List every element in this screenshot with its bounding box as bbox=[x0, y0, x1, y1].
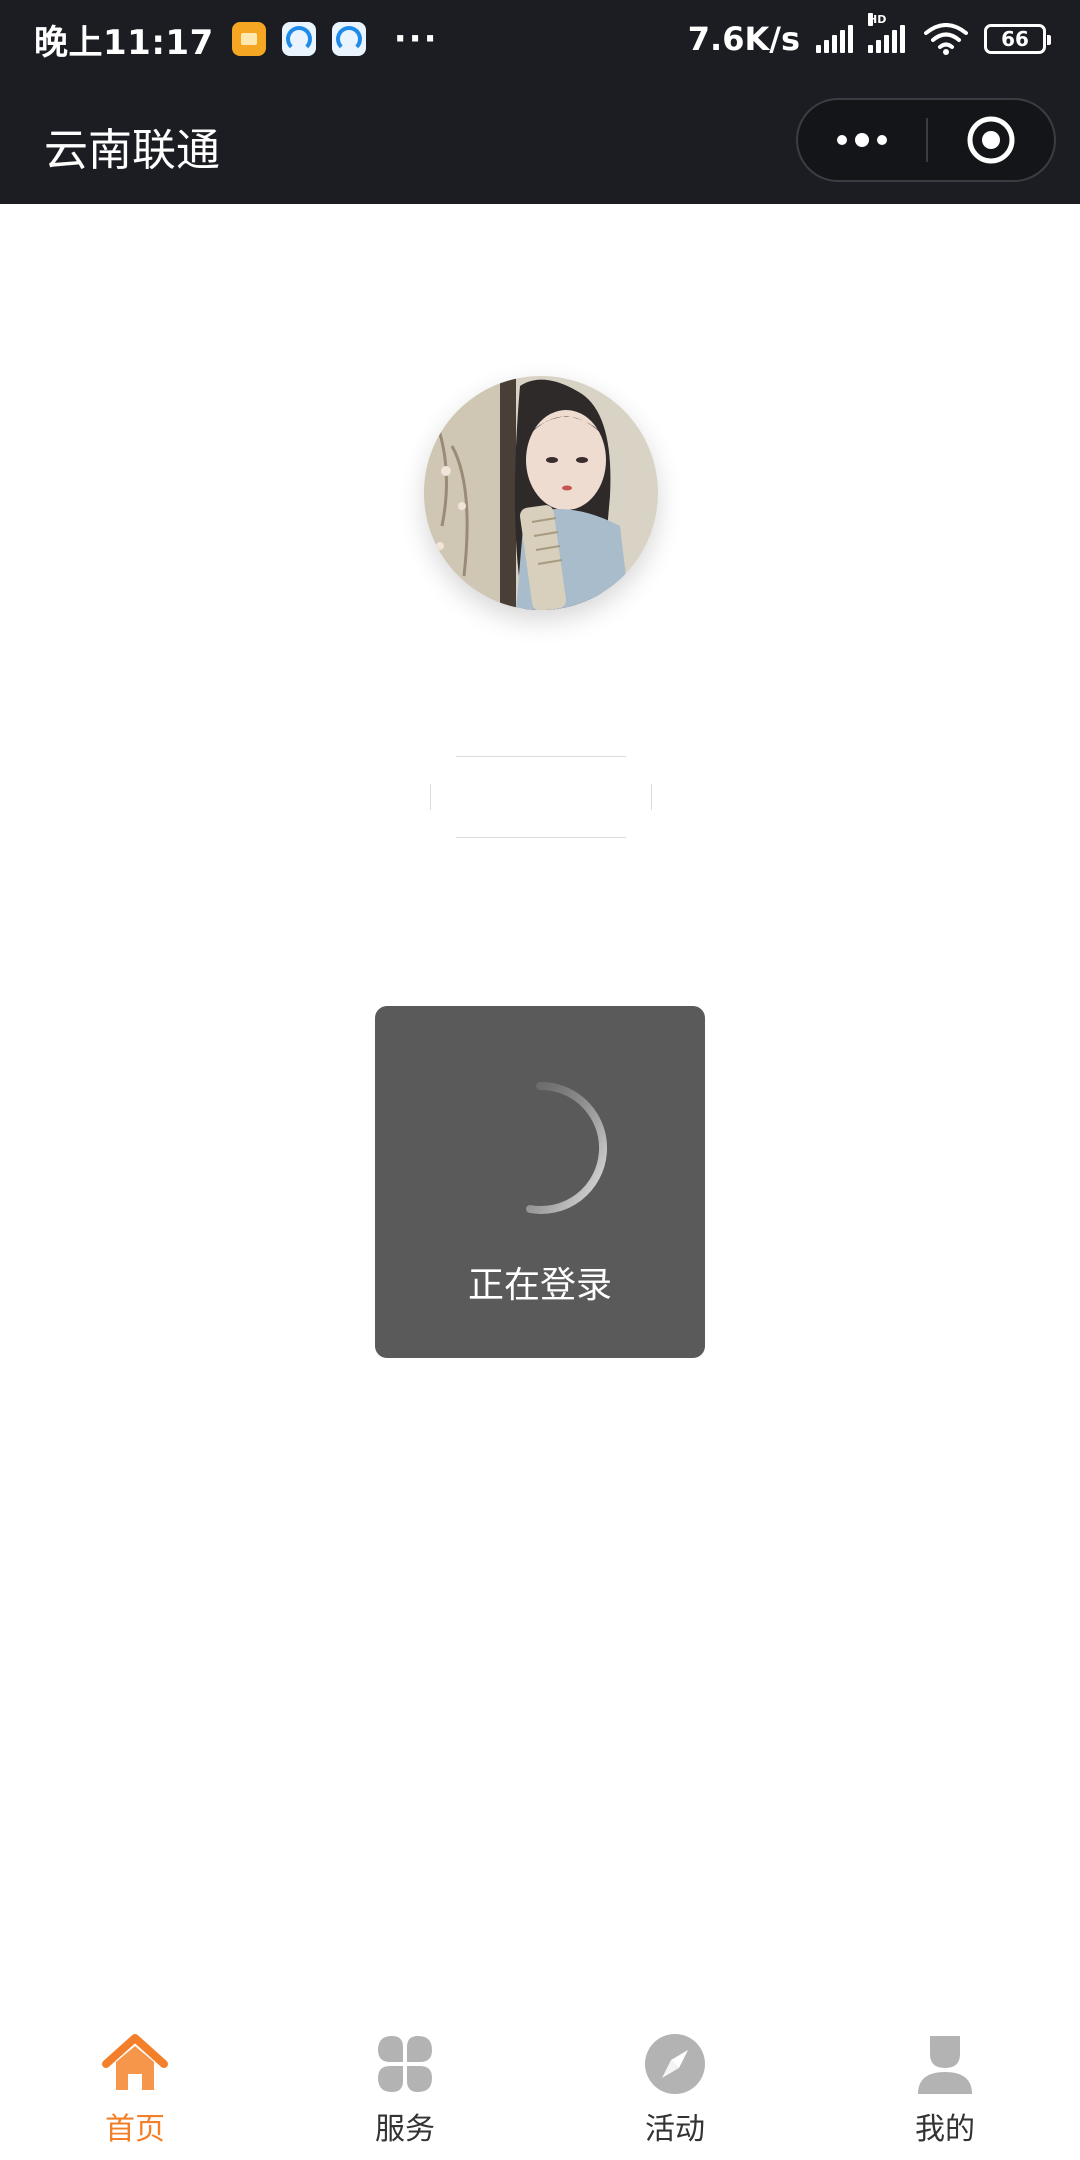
status-bar: 晚上11:17 ··· 7.6K/s HD 66 bbox=[0, 0, 1080, 78]
more-dots-icon bbox=[837, 133, 887, 147]
compass-icon bbox=[645, 2034, 705, 2094]
tab-activities-label: 活动 bbox=[645, 2112, 705, 2147]
hd-label: HD bbox=[868, 13, 887, 26]
capsule-menu bbox=[796, 98, 1056, 182]
tab-mine[interactable]: 我的 bbox=[810, 2010, 1080, 2160]
home-icon bbox=[102, 2034, 168, 2090]
signal-icon bbox=[816, 25, 856, 53]
avatar-illustration bbox=[424, 376, 658, 610]
placeholder-edge bbox=[651, 784, 652, 810]
tab-services[interactable]: 服务 bbox=[270, 2010, 540, 2160]
target-circle-icon bbox=[967, 116, 1015, 164]
placeholder-line bbox=[456, 756, 626, 757]
tab-home[interactable]: 首页 bbox=[0, 2010, 270, 2160]
nickname-placeholder bbox=[430, 756, 652, 838]
battery-level: 66 bbox=[1001, 27, 1029, 51]
close-miniprogram-button[interactable] bbox=[928, 100, 1054, 180]
battery-icon: 66 bbox=[984, 24, 1051, 54]
browser-app-icon bbox=[331, 22, 366, 56]
status-time: 晚上11:17 bbox=[34, 22, 214, 63]
page-title: 云南联通 bbox=[44, 125, 220, 176]
bottom-tab-bar: 首页 服务 活动 我的 bbox=[0, 2010, 1080, 2160]
toast-message: 正在登录 bbox=[467, 1265, 612, 1306]
placeholder-edge bbox=[430, 784, 431, 810]
tab-mine-label: 我的 bbox=[915, 2112, 975, 2147]
title-bar: 云南联通 bbox=[0, 78, 1080, 204]
message-icon bbox=[231, 22, 266, 56]
placeholder-line bbox=[456, 837, 626, 838]
avatar-caption-placeholder bbox=[440, 618, 640, 644]
tab-home-label: 首页 bbox=[105, 2112, 165, 2147]
more-menu-button[interactable] bbox=[798, 100, 926, 180]
tab-activities[interactable]: 活动 bbox=[540, 2010, 810, 2160]
wifi-icon bbox=[924, 23, 968, 55]
status-right: 7.6K/s HD 66 bbox=[687, 13, 1051, 58]
network-speed: 7.6K/s bbox=[687, 20, 800, 58]
more-notifications-icon: ··· bbox=[393, 19, 439, 59]
browser-app-icon bbox=[281, 22, 316, 56]
tab-services-label: 服务 bbox=[375, 2112, 435, 2147]
loading-spinner-icon bbox=[526, 1081, 608, 1214]
notification-icons: ··· bbox=[231, 19, 439, 59]
loading-toast: 正在登录 bbox=[375, 1006, 705, 1358]
grid-services-icon bbox=[378, 2036, 432, 2092]
signal-hd-icon: HD bbox=[868, 13, 908, 53]
avatar[interactable] bbox=[424, 376, 658, 610]
user-icon bbox=[918, 2036, 972, 2094]
